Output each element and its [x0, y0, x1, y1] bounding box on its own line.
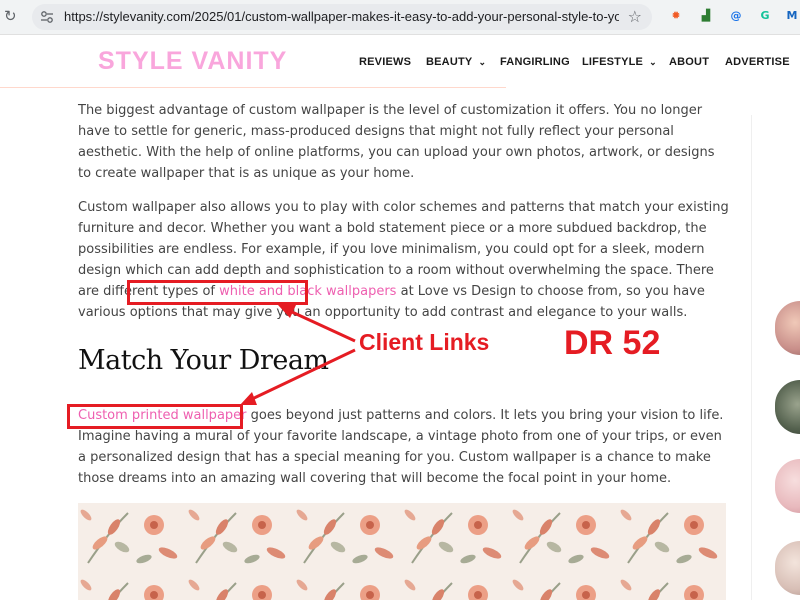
- floral-pattern: [78, 503, 726, 600]
- annotation-box-link-2: [67, 404, 243, 429]
- address-bar[interactable]: https://stylevanity.com/2025/01/custom-w…: [32, 4, 652, 30]
- section-heading: Match Your Dream: [78, 345, 329, 376]
- header-divider: [0, 87, 506, 88]
- nav-lifestyle[interactable]: LIFESTYLE ⌄: [582, 56, 657, 68]
- email-extension-glyph: @: [730, 9, 742, 22]
- reload-icon[interactable]: ↻: [4, 8, 20, 24]
- grammarly-extension-glyph: G: [760, 9, 770, 22]
- paragraph-1-text: The biggest advantage of custom wallpape…: [78, 103, 715, 181]
- analytics-extension-glyph: ▟: [701, 9, 711, 22]
- site-settings-icon[interactable]: [40, 10, 54, 24]
- honey-extension-icon[interactable]: ✹: [668, 8, 684, 24]
- nav-reviews-label: REVIEWS: [359, 56, 412, 68]
- bookmark-star-icon[interactable]: ☆: [628, 7, 642, 26]
- honey-extension-glyph: ✹: [671, 9, 681, 22]
- url-text[interactable]: https://stylevanity.com/2025/01/custom-w…: [64, 8, 619, 26]
- nav-advertise-label: ADVERTISE: [725, 56, 790, 68]
- sidebar-divider: [751, 115, 752, 600]
- wallpaper-image: [78, 503, 726, 600]
- sidebar-thumbnail[interactable]: [775, 541, 800, 595]
- nav-lifestyle-label: LIFESTYLE: [582, 56, 644, 68]
- annotation-box-link-1: [127, 280, 308, 305]
- chevron-down-icon: ⌄: [649, 57, 657, 67]
- browser-toolbar: ↻ https://stylevanity.com/2025/01/custom…: [0, 0, 800, 35]
- sidebar-thumbnail[interactable]: [775, 380, 800, 434]
- site-logo[interactable]: STYLE VANITY: [98, 47, 287, 76]
- grammarly-extension-icon[interactable]: G: [757, 8, 773, 24]
- sidebar-thumbnail[interactable]: [775, 459, 800, 513]
- domain-rating-annotation: DR 52: [564, 324, 661, 362]
- chevron-down-icon: ⌄: [478, 57, 487, 67]
- nav-about-label: ABOUT: [669, 56, 710, 68]
- sidebar-thumbnail[interactable]: [775, 301, 800, 355]
- article-paragraph-1: The biggest advantage of custom wallpape…: [78, 100, 730, 184]
- nav-beauty-label: BEAUTY: [426, 56, 473, 68]
- nav-fangirling-label: FANGIRLING: [500, 56, 570, 68]
- ahrefs-extension-icon[interactable]: M: [784, 8, 800, 24]
- nav-about[interactable]: ABOUT: [669, 56, 709, 68]
- site-header: STYLE VANITY REVIEWS BEAUTY ⌄ FANGIRLING …: [0, 35, 800, 87]
- nav-advertise[interactable]: ADVERTISE: [725, 56, 790, 68]
- analytics-extension-icon[interactable]: ▟: [698, 8, 714, 24]
- ahrefs-extension-glyph: M: [786, 9, 798, 22]
- client-links-annotation: Client Links: [359, 329, 490, 355]
- nav-fangirling[interactable]: FANGIRLING: [500, 56, 570, 68]
- email-extension-icon[interactable]: @: [728, 8, 744, 24]
- nav-reviews[interactable]: REVIEWS: [359, 56, 411, 68]
- nav-beauty[interactable]: BEAUTY ⌄: [426, 56, 486, 68]
